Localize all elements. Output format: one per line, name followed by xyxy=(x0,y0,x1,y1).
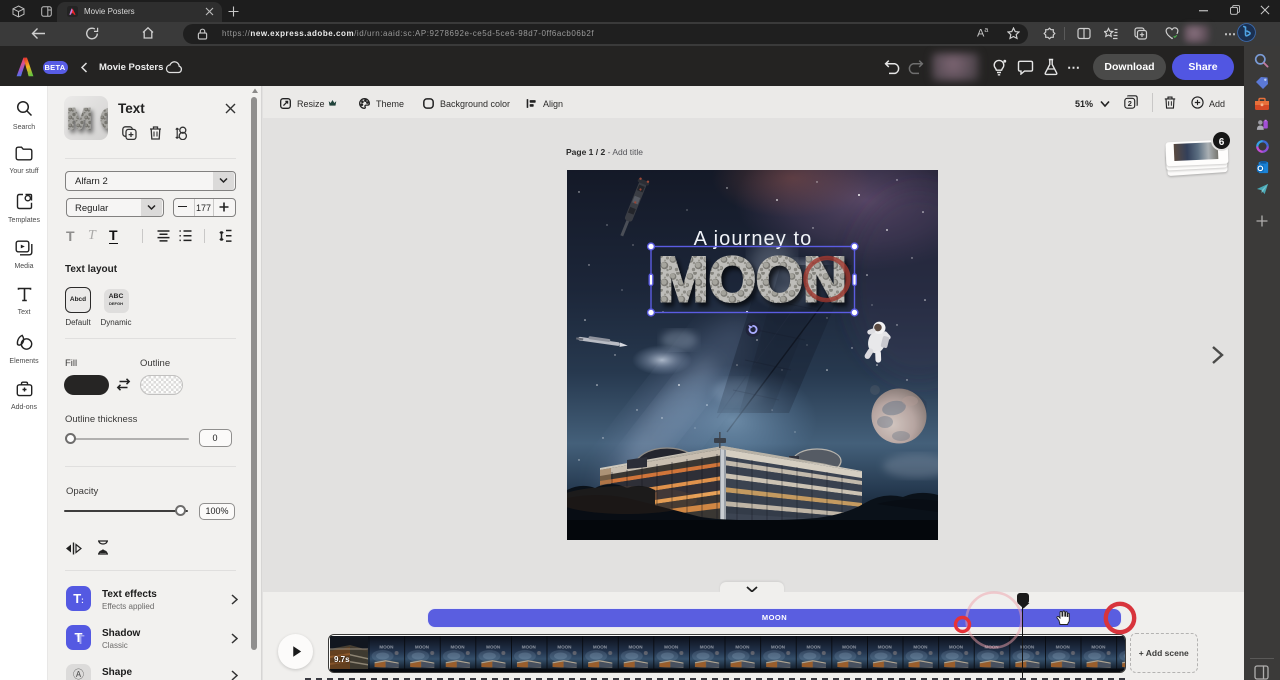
svg-text:MOON: MOON xyxy=(658,245,847,315)
svg-text:M: M xyxy=(67,103,92,136)
svg-text:O: O xyxy=(100,103,108,136)
svg-text:2: 2 xyxy=(1128,99,1132,108)
